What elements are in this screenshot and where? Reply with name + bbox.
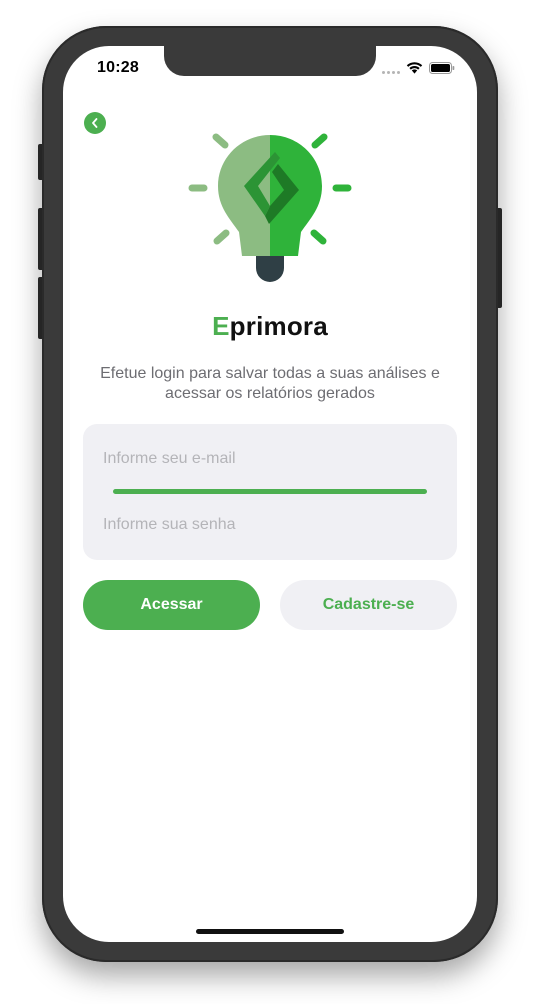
app-screen: 10:28 Eprimora Efetue login para salvar …	[63, 46, 477, 942]
field-divider	[113, 489, 427, 494]
brand-rest: primora	[229, 311, 328, 341]
login-form	[83, 424, 457, 560]
email-field[interactable]	[103, 444, 437, 474]
chevron-left-icon	[92, 118, 98, 128]
login-subtitle: Efetue login para salvar todas a suas an…	[100, 365, 440, 402]
status-icons	[382, 61, 455, 74]
signup-button[interactable]: Cadastre-se	[280, 580, 457, 630]
phone-frame: 10:28 Eprimora Efetue login para salvar …	[42, 26, 498, 962]
brand-first-letter: E	[212, 311, 230, 341]
brand-title: Eprimora	[63, 311, 477, 342]
wifi-icon	[406, 62, 423, 74]
lightbulb-bolt-icon	[188, 133, 352, 282]
password-field[interactable]	[103, 510, 437, 540]
back-button[interactable]	[84, 112, 106, 134]
notch	[164, 46, 376, 76]
status-time: 10:28	[97, 59, 139, 76]
signal-icon	[382, 62, 400, 74]
battery-icon	[429, 61, 455, 74]
bulb-base	[256, 256, 284, 282]
home-indicator	[196, 929, 344, 934]
login-button[interactable]: Acessar	[83, 580, 260, 630]
stage: 10:28 Eprimora Efetue login para salvar …	[0, 0, 540, 1004]
